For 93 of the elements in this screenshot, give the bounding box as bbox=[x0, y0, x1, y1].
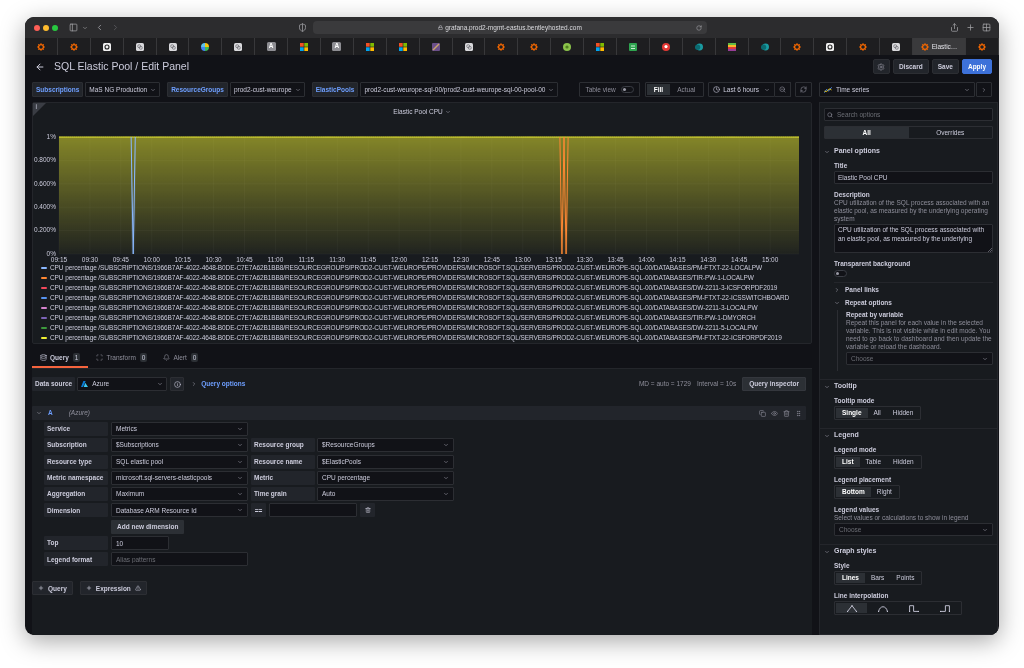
back-arrow-icon[interactable] bbox=[35, 61, 45, 72]
caret-icon bbox=[964, 86, 970, 93]
caret-icon bbox=[443, 442, 449, 449]
clock-icon bbox=[713, 86, 721, 93]
four-squares-icon bbox=[300, 42, 309, 51]
plus-icon bbox=[85, 585, 92, 592]
caret-icon bbox=[237, 458, 243, 465]
info-icon bbox=[173, 380, 181, 388]
line-chart-icon bbox=[824, 86, 832, 93]
search-icon bbox=[827, 111, 833, 118]
plus-icon bbox=[38, 585, 44, 592]
four-squares-icon bbox=[365, 42, 374, 51]
back-icon[interactable] bbox=[95, 23, 104, 32]
triangle-logo-icon bbox=[81, 381, 89, 387]
step-line-icon bbox=[908, 604, 919, 612]
settings-icon bbox=[877, 62, 886, 71]
tile-logo-icon bbox=[431, 42, 440, 51]
caret-icon bbox=[237, 474, 243, 481]
shield-icon[interactable] bbox=[298, 23, 307, 32]
caret-icon bbox=[444, 108, 451, 115]
tab-overview-icon[interactable] bbox=[982, 23, 991, 32]
caret-icon bbox=[764, 86, 770, 93]
delete-button[interactable] bbox=[360, 503, 375, 518]
drag-handle-icon[interactable] bbox=[795, 409, 802, 417]
ball-logo-icon bbox=[201, 42, 210, 51]
frame-corners-icon bbox=[96, 354, 104, 361]
gear-logo-icon bbox=[36, 42, 45, 51]
caret-icon bbox=[237, 507, 243, 514]
circle-logo-icon bbox=[563, 42, 572, 51]
minimize-window-icon[interactable] bbox=[43, 24, 49, 31]
four-squares-icon bbox=[596, 42, 605, 51]
gear-logo-icon bbox=[497, 42, 506, 51]
knot-tile-icon bbox=[135, 42, 144, 51]
bell-icon bbox=[163, 354, 171, 361]
share-icon[interactable] bbox=[950, 23, 959, 32]
gear-logo-icon bbox=[920, 42, 929, 51]
chevron-right-icon bbox=[981, 86, 987, 93]
zoom-out-button[interactable] bbox=[775, 82, 791, 97]
caret-icon bbox=[294, 86, 301, 93]
ring-tile-icon bbox=[102, 42, 111, 51]
gear-logo-icon bbox=[859, 42, 868, 51]
gear-logo-icon bbox=[978, 42, 986, 51]
trash-icon[interactable] bbox=[783, 409, 790, 417]
caret-icon bbox=[443, 491, 449, 498]
knot-tile-icon bbox=[168, 42, 177, 51]
gear-logo-icon bbox=[793, 42, 802, 51]
chevron-right-icon bbox=[191, 381, 198, 387]
page-title: SQL Elastic Pool / Edit Panel bbox=[54, 58, 189, 74]
caret-icon[interactable] bbox=[82, 24, 88, 31]
caret-icon bbox=[548, 86, 555, 93]
resize-handle-icon bbox=[988, 248, 992, 252]
lock-icon bbox=[438, 25, 444, 30]
linear-curve-icon bbox=[846, 604, 857, 612]
ring-tile-icon bbox=[826, 42, 835, 51]
caret-icon bbox=[237, 442, 243, 449]
caret-icon bbox=[237, 426, 243, 432]
knot-tile-icon bbox=[892, 42, 901, 51]
knot-tile-icon bbox=[234, 42, 243, 51]
eye-icon[interactable] bbox=[771, 409, 778, 417]
radio-option[interactable] bbox=[836, 603, 867, 613]
circles-logo-icon bbox=[694, 42, 703, 51]
step-line-icon bbox=[939, 604, 950, 612]
close-window-icon[interactable] bbox=[34, 24, 40, 31]
help-button[interactable] bbox=[170, 377, 185, 391]
caret-icon bbox=[443, 458, 449, 465]
caret-icon bbox=[443, 474, 449, 481]
refresh-icon bbox=[800, 86, 807, 93]
input-field[interactable] bbox=[269, 503, 357, 518]
toggle-switch[interactable] bbox=[620, 86, 634, 93]
copy-icon[interactable] bbox=[759, 409, 766, 417]
circle-logo-icon bbox=[661, 42, 670, 51]
zoom-out-icon bbox=[779, 86, 786, 93]
reload-icon[interactable] bbox=[696, 24, 702, 31]
toggle-switch[interactable] bbox=[834, 270, 847, 277]
caret-icon bbox=[982, 526, 988, 533]
new-tab-icon[interactable] bbox=[966, 23, 975, 32]
caret-icon bbox=[237, 491, 243, 498]
sidebar-icon[interactable] bbox=[69, 23, 78, 32]
gear-logo-icon bbox=[69, 42, 78, 51]
trash-icon bbox=[364, 507, 371, 514]
stripes-logo-icon bbox=[727, 42, 736, 51]
zoom-window-icon[interactable] bbox=[52, 24, 58, 31]
database-icon bbox=[40, 354, 47, 361]
circles-logo-icon bbox=[760, 42, 769, 51]
smooth-curve-icon bbox=[877, 604, 888, 612]
caret-icon bbox=[150, 86, 157, 93]
knot-tile-icon bbox=[464, 42, 473, 51]
gear-logo-icon bbox=[530, 42, 539, 51]
four-squares-icon bbox=[398, 42, 407, 51]
caret-icon bbox=[157, 381, 164, 387]
settings-button[interactable] bbox=[872, 59, 890, 74]
square-logo-icon bbox=[628, 42, 637, 51]
caret-icon bbox=[982, 355, 988, 362]
